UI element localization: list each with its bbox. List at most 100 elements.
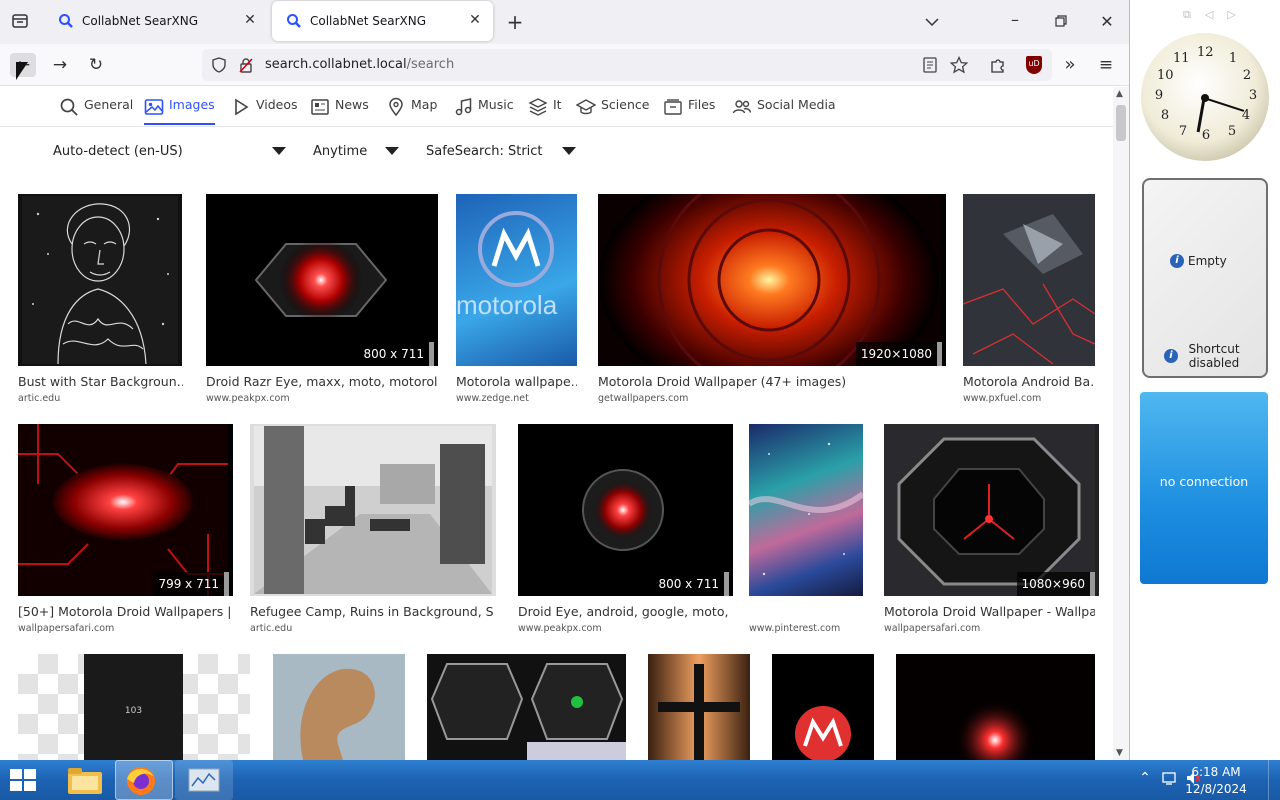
result-thumbnail[interactable]: 1080×960 (884, 424, 1099, 596)
clock-number: 3 (1248, 88, 1258, 103)
result-thumbnail[interactable]: motorola (456, 194, 577, 366)
result-title[interactable]: Droid Razr Eye, maxx, moto, motorol… (206, 374, 438, 389)
clock-date: 12/8/2024 (1185, 782, 1247, 796)
result-card[interactable]: Refugee Camp, Ruins in Background, S… ar… (250, 424, 496, 639)
result-domain: www.peakpx.com (206, 393, 290, 404)
result-card[interactable]: 800 x 711 Droid Razr Eye, maxx, moto, mo… (206, 194, 438, 409)
result-domain: getwallpapers.com (598, 393, 689, 404)
page-scrollbar[interactable]: ▲ ▼ (1113, 87, 1129, 760)
nebula-image (749, 442, 863, 576)
motorola-wordmark: motorola (456, 290, 558, 320)
result-card[interactable]: 103 (18, 654, 250, 760)
result-thumbnail[interactable] (273, 654, 405, 760)
motorola-logo-image (795, 706, 851, 760)
clock-number: 1 (1228, 51, 1238, 66)
result-thumbnail[interactable] (963, 194, 1095, 366)
clock-time: 6:18 AM (1191, 765, 1241, 779)
performance-monitor-icon (188, 768, 220, 792)
result-card[interactable] (273, 654, 405, 760)
clock-center-pin (1201, 94, 1209, 102)
image-results: Bust with Star Backgroun… artic.edu 800 … (0, 0, 1113, 760)
result-card[interactable]: 800 x 711 Droid Eye, android, google, mo… (518, 424, 733, 639)
refugee-camp-photo-image (254, 426, 492, 594)
scroll-up-arrow-icon[interactable]: ▲ (1116, 89, 1123, 99)
analog-clock-gadget[interactable]: 12 1 2 3 4 5 6 7 8 9 10 11 (1141, 33, 1269, 161)
shortcut-disabled-message: i Shortcut disabled (1164, 342, 1254, 370)
show-hidden-icons-icon[interactable]: ⌃ (1136, 770, 1154, 786)
result-card[interactable]: 799 x 711 [50+] Motorola Droid Wallpaper… (18, 424, 233, 639)
result-thumbnail[interactable] (427, 654, 626, 760)
clock-number: 11 (1173, 51, 1190, 66)
result-card[interactable]: Motorola Android Ba… www.pxfuel.com (963, 194, 1095, 409)
gadget-controls: ⧉◁▷ (1183, 8, 1250, 21)
result-thumbnail[interactable] (648, 654, 750, 760)
taskbar-firefox-button[interactable] (115, 760, 173, 800)
result-title[interactable]: Motorola wallpape… (456, 374, 577, 389)
dark-geometric-image (963, 194, 1095, 366)
slideshow-empty-message: i Empty (1170, 254, 1227, 268)
result-thumbnail[interactable]: 800 x 711 (518, 424, 733, 596)
bust-etching-image (22, 196, 178, 365)
result-thumbnail[interactable] (250, 424, 496, 596)
result-card[interactable] (772, 654, 874, 760)
slideshow-gadget[interactable]: i Empty i Shortcut disabled (1142, 178, 1268, 378)
droid-octagon-image (884, 424, 1095, 596)
show-desktop-button[interactable] (1268, 760, 1280, 800)
droid-eye-image (518, 424, 728, 596)
result-title[interactable]: [50+] Motorola Droid Wallpapers | … (18, 604, 230, 619)
result-title[interactable]: Refugee Camp, Ruins in Background, S… (250, 604, 495, 619)
mouse-cursor-icon (16, 62, 28, 80)
clock-number: 7 (1178, 124, 1188, 139)
shortcut-disabled-text: Shortcut disabled (1188, 342, 1240, 370)
slideshow-empty-text: Empty (1188, 254, 1227, 268)
red-circuit-eye-image (18, 424, 228, 596)
image-size-badge: 1920×1080 (855, 342, 942, 366)
result-title[interactable]: Motorola Android Ba… (963, 374, 1095, 389)
result-domain: www.peakpx.com (518, 623, 602, 634)
scrollbar-thumb[interactable] (1116, 105, 1126, 141)
result-thumbnail[interactable]: 1920×1080 (598, 194, 946, 366)
browser-window: CollabNet SearXNG ✕ CollabNet SearXNG ✕ … (0, 0, 1130, 760)
result-thumbnail[interactable]: 799 x 711 (18, 424, 233, 596)
result-card[interactable]: www.pinterest.com (749, 424, 863, 639)
taskbar-explorer-button[interactable] (56, 760, 114, 800)
weather-gadget[interactable]: no connection (1140, 392, 1268, 584)
result-domain: artic.edu (250, 623, 293, 634)
windows-taskbar: ⌃ 6:18 AM 12/8/2024 (0, 760, 1280, 800)
result-domain: www.pxfuel.com (963, 393, 1042, 404)
phone-number-text: 103 (124, 706, 143, 716)
result-thumbnail[interactable] (772, 654, 874, 760)
result-thumbnail[interactable] (18, 194, 182, 366)
result-card[interactable] (648, 654, 750, 760)
result-title[interactable]: Bust with Star Backgroun… (18, 374, 183, 389)
taskbar-monitor-button[interactable] (175, 760, 233, 800)
info-icon: i (1164, 349, 1178, 363)
droid-gears-image (430, 663, 626, 760)
scroll-down-arrow-icon[interactable]: ▼ (1116, 748, 1123, 758)
result-title[interactable]: Droid Eye, android, google, moto, … (518, 604, 728, 619)
taskbar-clock[interactable]: 6:18 AM 12/8/2024 (1180, 764, 1252, 798)
result-card[interactable] (427, 654, 626, 760)
image-size-badge: 799 x 711 (153, 572, 229, 596)
cross-image (658, 664, 740, 760)
result-card[interactable]: Bust with Star Backgroun… artic.edu (18, 194, 188, 409)
result-card[interactable]: motorola Motorola wallpape… www.zedge.ne… (456, 194, 578, 409)
result-thumbnail[interactable]: 800 x 711 (206, 194, 438, 366)
windows-logo-icon (10, 769, 36, 791)
image-size-badge: 1080×960 (1016, 572, 1095, 596)
action-center-flag-icon[interactable] (1160, 770, 1178, 790)
info-icon: i (1170, 254, 1184, 268)
result-card[interactable]: 1080×960 Motorola Droid Wallpaper - Wall… (884, 424, 1099, 639)
red-tunnel-image (598, 194, 941, 366)
result-card[interactable] (896, 654, 1095, 760)
result-thumbnail[interactable] (749, 424, 863, 596)
result-thumbnail[interactable]: 103 (18, 654, 250, 760)
image-size-badge: 800 x 711 (358, 342, 434, 366)
result-domain: www.zedge.net (456, 393, 529, 404)
result-title[interactable]: Motorola Droid Wallpaper (47+ images) (598, 374, 941, 389)
clock-minute-hand (1203, 97, 1245, 112)
start-button[interactable] (8, 766, 38, 794)
result-thumbnail[interactable] (896, 654, 1095, 760)
result-title[interactable]: Motorola Droid Wallpaper - Wallpa… (884, 604, 1095, 619)
result-card[interactable]: 1920×1080 Motorola Droid Wallpaper (47+ … (598, 194, 946, 409)
